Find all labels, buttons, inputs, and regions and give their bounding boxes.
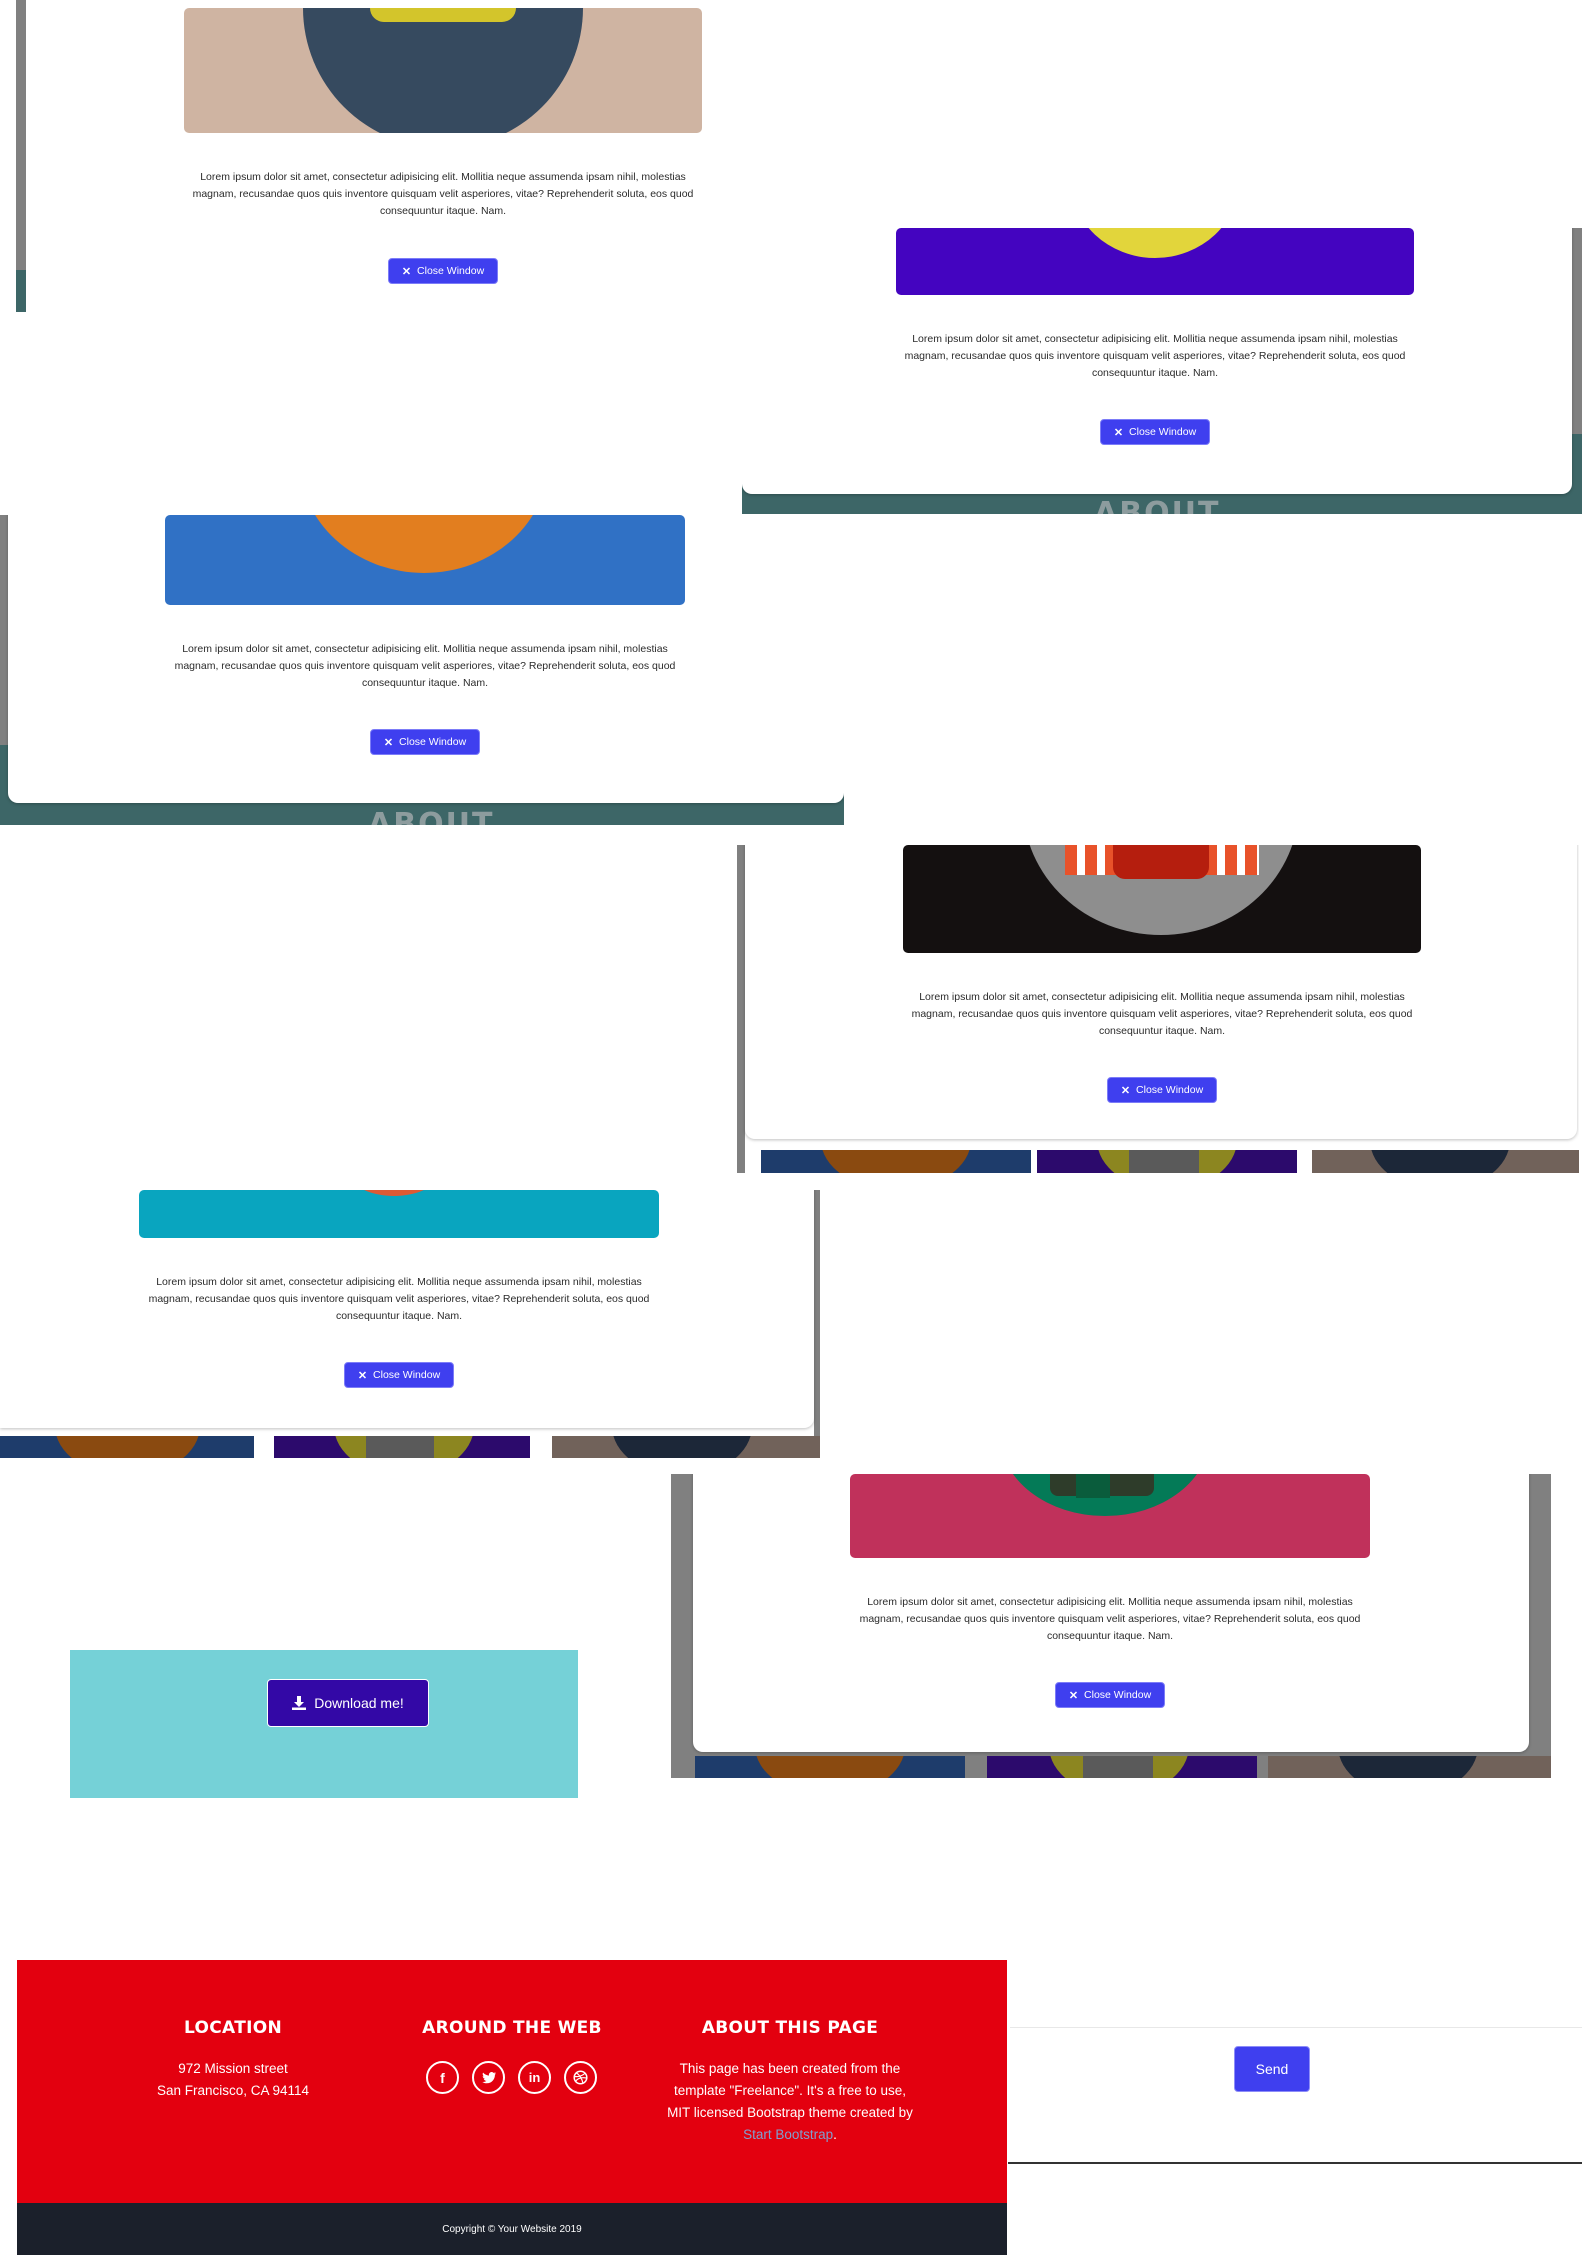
location-heading: LOCATION: [184, 2018, 282, 2038]
close-icon: ✕: [1113, 426, 1124, 439]
backdrop-tiles: [737, 1150, 1579, 1173]
address-line-1: 972 Mission street: [178, 2061, 288, 2076]
close-window-button[interactable]: ✕ Close Window: [344, 1362, 454, 1388]
close-icon: ✕: [401, 265, 412, 278]
close-icon: ✕: [357, 1369, 368, 1382]
close-icon: ✕: [383, 736, 394, 749]
close-window-button[interactable]: ✕ Close Window: [370, 729, 480, 755]
close-icon: ✕: [1120, 1084, 1131, 1097]
download-icon: [292, 1696, 307, 1710]
close-window-button[interactable]: ✕ Close Window: [1100, 419, 1210, 445]
start-bootstrap-link[interactable]: Start Bootstrap: [743, 2127, 833, 2142]
modal-screenshot-3: ABOUT Lorem ipsum dolor sit amet, consec…: [0, 515, 844, 825]
form-divider: [1008, 2162, 1582, 2164]
form-divider-light: [1010, 2027, 1582, 2028]
modal-text: Lorem ipsum dolor sit amet, consectetur …: [911, 991, 1413, 1037]
facebook-icon[interactable]: f: [426, 2061, 459, 2094]
modal-screenshot-5: Lorem ipsum dolor sit amet, consectetur …: [0, 1190, 820, 1458]
backdrop-tiles: [671, 1756, 1551, 1778]
address-line-2: San Francisco, CA 94114: [156, 2083, 310, 2098]
portfolio-image: [850, 1474, 1370, 1558]
portfolio-image: [184, 8, 702, 133]
modal-text: Lorem ipsum dolor sit amet, consectetur …: [192, 171, 694, 217]
backdrop-gray-left: [737, 845, 745, 1173]
download-label: Download me!: [314, 1695, 404, 1711]
download-button[interactable]: Download me!: [267, 1679, 429, 1727]
portfolio-image: [139, 1190, 659, 1238]
backdrop-gray: [0, 515, 8, 745]
backdrop-tiles: [0, 1436, 820, 1458]
backdrop-gray: [1572, 228, 1582, 434]
modal-text: Lorem ipsum dolor sit amet, consectetur …: [859, 1596, 1361, 1642]
modal-screenshot-2: ABOUT Lorem ipsum dolor sit amet, consec…: [742, 228, 1582, 514]
close-window-button[interactable]: ✕ Close Window: [388, 258, 498, 284]
copyright-text: Copyright © Your Website 2019: [442, 2224, 582, 2235]
dribbble-icon[interactable]: [564, 2061, 597, 2094]
send-button[interactable]: Send: [1234, 2046, 1310, 2092]
close-window-button[interactable]: ✕ Close Window: [1107, 1077, 1217, 1103]
portfolio-image: [165, 515, 685, 605]
modal-screenshot-6: Lorem ipsum dolor sit amet, consectetur …: [671, 1474, 1551, 1778]
modal-text: Lorem ipsum dolor sit amet, consectetur …: [174, 643, 676, 689]
portfolio-image: [903, 845, 1421, 953]
about-page-heading: ABOUT THIS PAGE: [701, 2018, 879, 2038]
modal-screenshot-4: Lorem ipsum dolor sit amet, consectetur …: [737, 845, 1579, 1173]
linkedin-icon[interactable]: in: [518, 2061, 551, 2094]
modal-text: Lorem ipsum dolor sit amet, consectetur …: [148, 1276, 650, 1322]
backdrop-strip: [16, 0, 26, 270]
modal-text: Lorem ipsum dolor sit amet, consectetur …: [904, 333, 1406, 379]
close-icon: ✕: [1068, 1689, 1079, 1702]
about-ghost-heading: ABOUT: [368, 807, 495, 825]
twitter-icon[interactable]: [472, 2061, 505, 2094]
backdrop-gray-right: [814, 1190, 820, 1458]
close-window-button[interactable]: ✕ Close Window: [1055, 1682, 1165, 1708]
about-ghost-heading: ABOUT: [1094, 496, 1221, 514]
around-the-web-heading: AROUND THE WEB: [422, 2018, 602, 2038]
portfolio-image: [896, 228, 1414, 295]
backdrop-strip-teal: [16, 270, 26, 312]
about-page-text: This page has been created from the temp…: [667, 2061, 913, 2142]
